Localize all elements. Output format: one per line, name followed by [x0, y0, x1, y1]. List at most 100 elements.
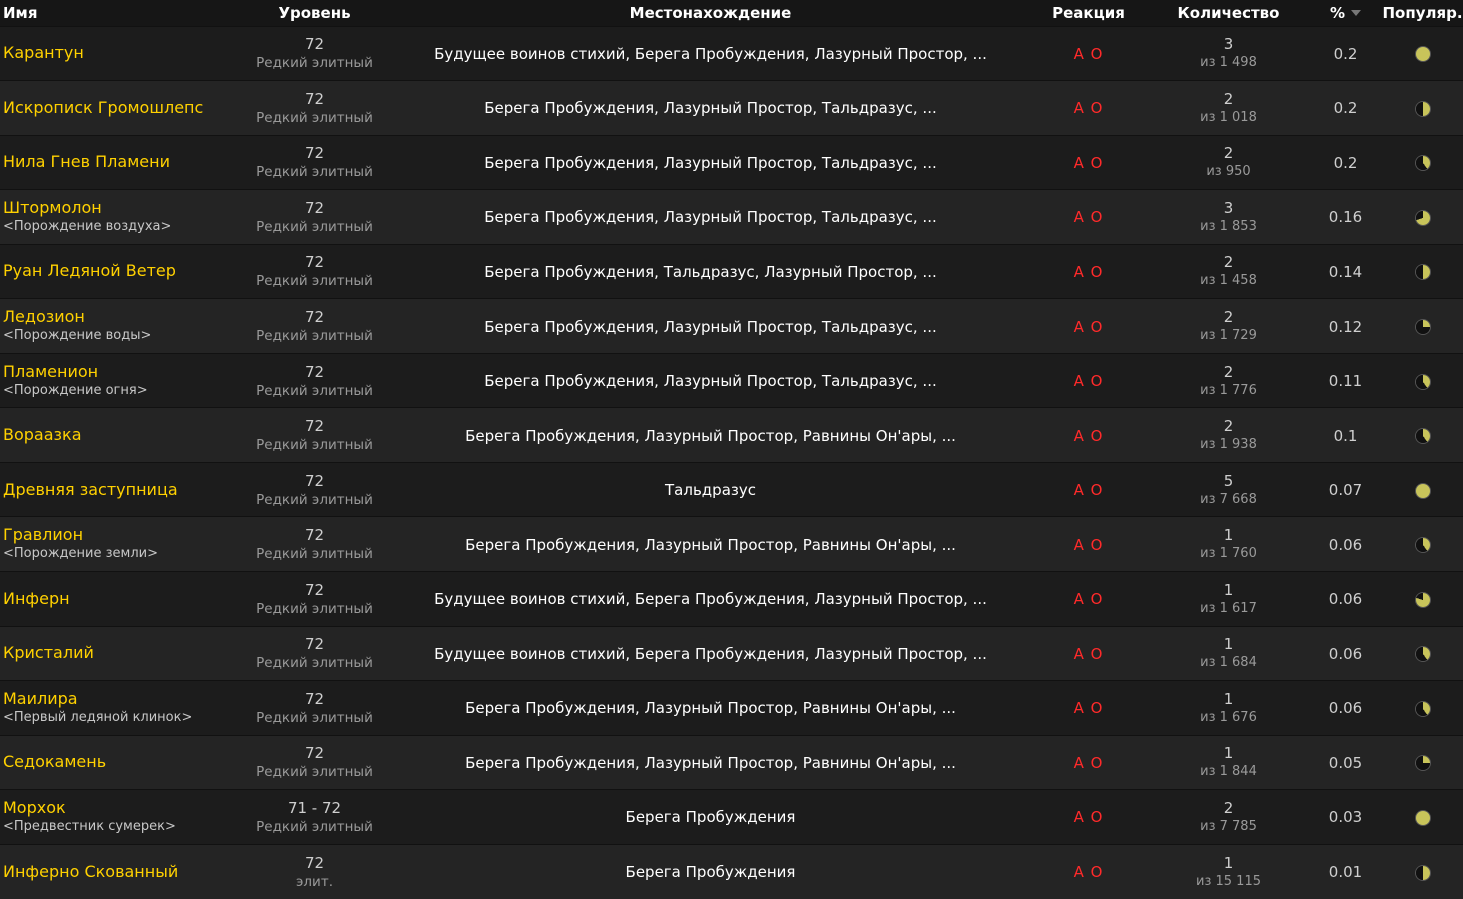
npc-name-link[interactable]: Инферно Скованный [3, 862, 237, 882]
drop-total: из 1 938 [1200, 437, 1257, 453]
npc-name-link[interactable]: Гравлион [3, 525, 237, 545]
npc-name-link[interactable]: Нила Гнев Пламени [3, 152, 237, 172]
cell-count: 3 из 1 853 [1148, 189, 1309, 245]
npc-location: Будущее воинов стихий, Берега Пробуждени… [434, 644, 987, 663]
cell-location: Берега Пробуждения, Лазурный Простор, Та… [392, 352, 1029, 408]
cell-location: Будущее воинов стихий, Берега Пробуждени… [392, 625, 1029, 681]
npc-name-link[interactable]: Карантун [3, 43, 237, 63]
drop-count: 3 [1223, 35, 1234, 54]
drop-count: 2 [1223, 308, 1234, 326]
popularity-pie-icon [1415, 265, 1430, 280]
npc-level: 72 [304, 580, 325, 599]
drop-count: 2 [1223, 417, 1234, 436]
cell-count: 1 из 15 115 [1148, 843, 1309, 899]
npc-classification: Редкий элитный [256, 600, 373, 617]
npc-name-link[interactable]: Искрописк Громошлепс [3, 98, 237, 118]
cell-percent: 0.12 [1309, 298, 1382, 354]
npc-name-link[interactable]: Ледозион [3, 307, 237, 327]
cell-reaction: A O [1029, 25, 1148, 81]
npc-classification: Редкий элитный [256, 655, 373, 672]
cell-count: 2 из 1 729 [1148, 298, 1309, 354]
cell-percent: 0.06 [1309, 680, 1382, 736]
cell-level: 72 Редкий элитный [237, 516, 392, 572]
npc-name-link[interactable]: Штормолон [3, 198, 237, 218]
cell-reaction: A O [1029, 189, 1148, 245]
drop-total: из 1 498 [1200, 55, 1257, 71]
cell-popularity [1382, 570, 1463, 627]
npc-level: 72 [304, 744, 325, 763]
drop-count: 1 [1223, 580, 1234, 599]
cell-name: Руан Ледяной Ветер [0, 243, 237, 299]
npc-name-link[interactable]: Инферн [3, 589, 237, 609]
drop-total: из 1 018 [1200, 109, 1257, 125]
reaction-alliance: A [1073, 808, 1085, 827]
cell-level: 72 Редкий элитный [237, 189, 392, 245]
popularity-pie-icon [1415, 210, 1430, 225]
npc-name-link[interactable]: Вораазка [3, 425, 237, 445]
drop-percent: 0.2 [1333, 153, 1358, 172]
npc-name-link[interactable]: Кристалий [3, 643, 237, 663]
cell-percent: 0.2 [1309, 80, 1382, 136]
cell-percent: 0.06 [1309, 625, 1382, 681]
cell-level: 72 Редкий элитный [237, 734, 392, 790]
npc-location: Берега Пробуждения [625, 863, 796, 882]
cell-percent: 0.06 [1309, 516, 1382, 572]
column-header-location[interactable]: Местонахождение [392, 0, 1029, 26]
cell-location: Берега Пробуждения, Лазурный Простор, Ра… [392, 407, 1029, 463]
table-row: Вораазка 72 Редкий элитный Берега Пробужден… [0, 407, 1463, 463]
cell-reaction: A O [1029, 570, 1148, 627]
column-header-level[interactable]: Уровень [237, 0, 392, 26]
popularity-pie-icon [1415, 483, 1430, 498]
cell-count: 1 из 1 684 [1148, 625, 1309, 681]
popularity-pie-icon [1415, 101, 1430, 116]
column-header-count[interactable]: Количество [1148, 0, 1309, 26]
reaction-horde: O [1090, 426, 1104, 445]
table-row: Морхок <Предвестник сумерек> 71 - 72 Редкий… [0, 789, 1463, 845]
drop-count: 5 [1223, 471, 1234, 490]
popularity-pie-icon [1415, 47, 1430, 62]
cell-name: Карантун [0, 25, 237, 81]
reaction-horde: O [1090, 44, 1104, 63]
npc-name-link[interactable]: Морхок [3, 798, 237, 818]
cell-level: 72 Редкий элитный [237, 80, 392, 136]
drop-percent: 0.12 [1328, 317, 1363, 336]
column-header-reaction[interactable]: Реакция [1029, 0, 1148, 26]
reaction-horde: O [1090, 208, 1104, 227]
npc-name-link[interactable]: Руан Ледяной Ветер [3, 261, 237, 281]
npc-level: 72 [304, 35, 325, 54]
npc-location: Будущее воинов стихий, Берега Пробуждени… [434, 44, 987, 63]
cell-location: Будущее воинов стихий, Берега Пробуждени… [392, 570, 1029, 627]
npc-classification: Редкий элитный [256, 491, 373, 508]
npc-location: Берега Пробуждения, Лазурный Простор, Та… [484, 99, 937, 118]
reaction-horde: O [1090, 99, 1104, 118]
npc-level: 72 [304, 635, 325, 654]
cell-count: 2 из 1 018 [1148, 80, 1309, 136]
cell-name: Седокамень [0, 734, 237, 790]
npc-location: Берега Пробуждения, Лазурный Простор, Ра… [465, 426, 956, 445]
column-header-percent[interactable]: % [1309, 0, 1382, 26]
reaction-alliance: A [1073, 535, 1085, 554]
cell-level: 72 Редкий элитный [237, 461, 392, 517]
npc-name-link[interactable]: Пламенион [3, 362, 237, 382]
reaction-alliance: A [1073, 863, 1085, 882]
npc-name-link[interactable]: Маилира [3, 689, 237, 709]
popularity-pie-icon [1415, 810, 1430, 825]
drop-percent: 0.2 [1333, 44, 1358, 63]
reaction-alliance: A [1073, 481, 1085, 500]
npc-location: Берега Пробуждения, Лазурный Простор, Ра… [465, 535, 956, 554]
cell-count: 3 из 1 498 [1148, 25, 1309, 81]
cell-count: 2 из 7 785 [1148, 789, 1309, 845]
reaction-alliance: A [1073, 44, 1085, 63]
column-header-popularity[interactable]: Популяр. [1382, 0, 1463, 26]
drop-count: 3 [1223, 198, 1234, 217]
table-row: Карантун 72 Редкий элитный Будущее воинов с… [0, 25, 1463, 81]
cell-level: 72 Редкий элитный [237, 243, 392, 299]
table-row: Седокамень 72 Редкий элитный Берега Пробужд… [0, 734, 1463, 790]
reaction-horde: O [1090, 699, 1104, 718]
npc-name-link[interactable]: Седокамень [3, 752, 237, 772]
npc-level: 72 [304, 144, 325, 163]
npc-name-link[interactable]: Древняя заступница [3, 480, 237, 500]
column-header-name[interactable]: Имя [0, 0, 237, 26]
reaction-horde: O [1090, 753, 1104, 772]
cell-percent: 0.16 [1309, 189, 1382, 245]
